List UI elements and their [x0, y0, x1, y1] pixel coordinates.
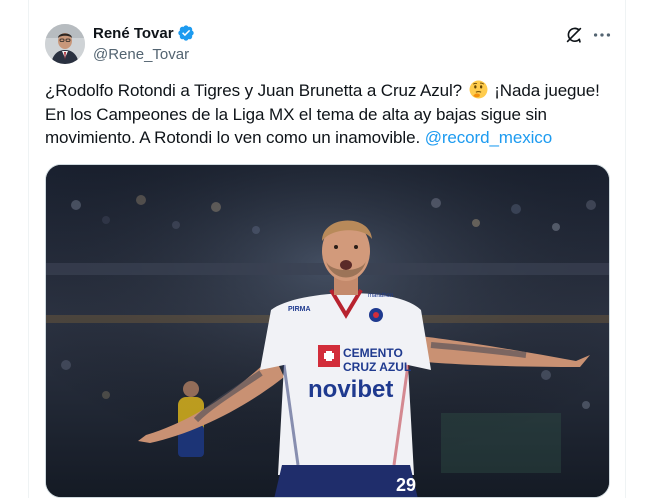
jersey-sponsor-cruzazul: CRUZ AZUL: [343, 360, 411, 374]
more-icon[interactable]: [591, 24, 613, 46]
mention-link[interactable]: @record_mexico: [425, 128, 552, 147]
grok-icon[interactable]: [563, 24, 585, 46]
tweet-text-exclamation: ¡Nada juegue!: [494, 81, 600, 100]
author-handle[interactable]: @Rene_Tovar: [93, 46, 189, 63]
verified-badge-icon: [177, 24, 195, 42]
thinking-face-icon: [469, 80, 488, 99]
author-avatar[interactable]: [45, 24, 85, 64]
tweet-text-line1: ¿Rodolfo Rotondi a Tigres y Juan Brunett…: [45, 81, 462, 100]
photo-footballer-celebrating: CEMENTO CRUZ AZUL novibet PIRMA marathon…: [46, 165, 609, 497]
tweet-card[interactable]: René Tovar @Rene_Tovar ¿Rodolfo Rotondi …: [28, 0, 626, 498]
jersey-maker: PIRMA: [288, 306, 311, 313]
avatar-image: [45, 24, 85, 64]
author-display-name[interactable]: René Tovar: [93, 25, 174, 42]
jersey-number: 29: [396, 475, 416, 495]
author-name-row[interactable]: René Tovar: [93, 24, 195, 42]
tweet-photo[interactable]: CEMENTO CRUZ AZUL novibet PIRMA marathon…: [45, 164, 610, 498]
jersey-sleeve-sponsor: marathon: [368, 293, 393, 299]
jersey-sponsor-novibet: novibet: [308, 376, 393, 403]
tweet-text: ¿Rodolfo Rotondi a Tigres y Juan Brunett…: [45, 79, 615, 150]
jersey-sponsor-cemento: CEMENTO: [343, 346, 403, 360]
